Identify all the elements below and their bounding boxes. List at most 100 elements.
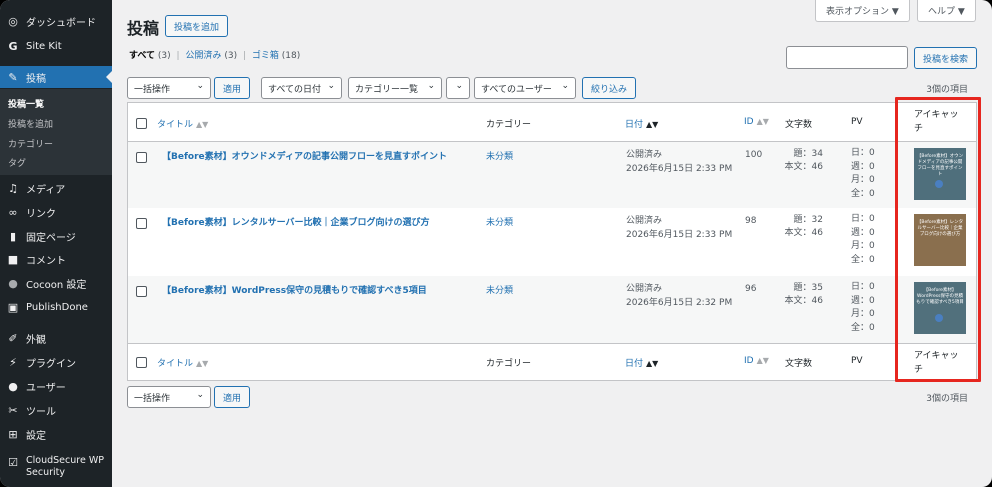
row-checkbox[interactable] [136, 286, 147, 297]
sidebar-item-posts[interactable]: ✎ 投稿 [0, 66, 112, 88]
date-filter-select[interactable]: すべての日付 ⌄ [261, 77, 342, 99]
sidebar-item-label: 固定ページ [26, 232, 76, 244]
filter-published[interactable]: 公開済み [185, 51, 221, 61]
sidebar-item-plugins[interactable]: ⚡ プラグイン [0, 351, 112, 373]
chevron-down-icon: ⌄ [427, 81, 435, 91]
admin-sidebar: ◎ ダッシュボード G Site Kit ✎ 投稿 投稿一覧 投稿を追加 カテゴ… [0, 0, 112, 487]
heading-chars: 題：32 [793, 215, 823, 225]
row-checkbox[interactable] [136, 218, 147, 229]
chevron-down-icon: ⌄ [196, 81, 204, 91]
column-pv-footer: PV [851, 356, 863, 366]
filter-trash[interactable]: ゴミ箱 [252, 51, 279, 61]
search-posts-button[interactable]: 投稿を検索 [914, 47, 978, 69]
image-icon: ▣ [7, 300, 19, 314]
submenu-categories[interactable]: カテゴリー [8, 137, 53, 150]
select-all-checkbox-footer[interactable] [136, 357, 147, 368]
column-date-header[interactable]: 日付 ▲▼ [625, 117, 658, 130]
items-count-top: 3個の項目 [926, 85, 968, 95]
column-chars-header: 文字数 [785, 120, 813, 130]
media-icon: ♫ [8, 181, 18, 195]
bulk-action-value: 一括操作 [134, 84, 171, 95]
submenu-add-post[interactable]: 投稿を追加 [8, 117, 53, 130]
bulk-action-select-bottom[interactable]: 一括操作 ⌄ [127, 386, 211, 408]
column-date-footer[interactable]: 日付 ▲▼ [625, 356, 658, 369]
column-id-label: ID [744, 356, 754, 366]
filter-button[interactable]: 絞り込み [582, 77, 637, 99]
column-id-header[interactable]: ID ▲▼ [744, 117, 769, 127]
post-category-link[interactable]: 未分類 [486, 149, 513, 162]
cocoon-icon: ● [8, 276, 18, 290]
sidebar-item-dashboard[interactable]: ◎ ダッシュボード [0, 10, 112, 32]
sidebar-item-cloudsecure[interactable]: ☑ CloudSecure WP Security [0, 455, 112, 485]
post-char-count: 題：34 本文：46 [783, 148, 823, 174]
apply-button[interactable]: 適用 [214, 77, 251, 99]
sidebar-item-label: ユーザー [26, 382, 66, 394]
column-chars-footer: 文字数 [785, 359, 813, 369]
sidebar-item-comments[interactable]: ■ コメント [0, 248, 112, 270]
sidebar-item-tools[interactable]: ✂ ツール [0, 399, 112, 421]
row-checkbox[interactable] [136, 152, 147, 163]
dashboard-icon: ◎ [8, 14, 18, 28]
help-button[interactable]: ヘルプ ▼ [917, 0, 976, 22]
post-date: 公開済み 2026年6月15日 2:32 PM [626, 282, 732, 310]
pin-icon: ✎ [8, 70, 18, 84]
separator: | [176, 51, 180, 61]
select-all-checkbox[interactable] [136, 118, 147, 129]
filter-published-count: (3) [224, 51, 238, 61]
post-title-link[interactable]: 【Before素材】オウンドメディアの記事公開フローを見直すポイント [162, 149, 447, 162]
post-date: 公開済み 2026年6月15日 2:33 PM [626, 214, 732, 242]
submenu-tags[interactable]: タグ [8, 156, 26, 169]
post-category-link[interactable]: 未分類 [486, 215, 513, 228]
pv-month: 月：0 [851, 309, 875, 319]
column-title-label: タイトル [157, 359, 194, 369]
post-date-value: 2026年6月15日 2:33 PM [626, 164, 733, 174]
settings-icon: ⊞ [8, 427, 18, 441]
bulk-action-select[interactable]: 一括操作 ⌄ [127, 77, 211, 99]
sidebar-item-pages[interactable]: ▮ 固定ページ [0, 225, 112, 247]
pv-all: 全：0 [851, 254, 875, 265]
separator: | [242, 51, 246, 61]
post-search-input[interactable] [786, 46, 908, 69]
sidebar-item-label: 投稿 [26, 73, 46, 85]
filter-all-count: (3) [157, 51, 171, 61]
column-title-header[interactable]: タイトル ▲▼ [157, 117, 208, 130]
sidebar-item-users[interactable]: ● ユーザー [0, 375, 112, 397]
category-filter-select[interactable]: カテゴリー一覧 ⌄ [348, 77, 442, 99]
post-title-link[interactable]: 【Before素材】WordPress保守の見積もりで確認すべき5項目 [162, 283, 427, 296]
filter-all[interactable]: すべて [129, 51, 155, 61]
user-icon: ● [8, 379, 18, 393]
plugin-icon: ⚡ [9, 355, 17, 369]
add-new-post-button[interactable]: 投稿を追加 [165, 15, 229, 37]
sidebar-item-cocoon[interactable]: ● Cocoon 設定 [0, 272, 112, 294]
cloudsecure-label-line2: Security [26, 467, 66, 478]
column-title-footer[interactable]: タイトル ▲▼ [157, 356, 208, 369]
user-filter-select[interactable]: すべてのユーザー ⌄ [474, 77, 576, 99]
body-chars: 本文：46 [784, 228, 823, 238]
post-category-link[interactable]: 未分類 [486, 283, 513, 296]
sidebar-item-appearance[interactable]: ✐ 外観 [0, 327, 112, 349]
sidebar-item-sitekit[interactable]: G Site Kit [0, 35, 112, 57]
comment-icon: ■ [7, 252, 19, 266]
apply-button-bottom[interactable]: 適用 [214, 386, 251, 408]
sidebar-item-publishdone[interactable]: ▣ PublishDone [0, 296, 112, 318]
sidebar-item-settings[interactable]: ⊞ 設定 [0, 423, 112, 445]
extra-filter-select[interactable]: ⌄ [446, 77, 470, 99]
sidebar-item-label: プラグイン [26, 358, 76, 370]
pv-month: 月：0 [851, 241, 875, 251]
pv-month: 月：0 [851, 175, 875, 185]
chevron-down-icon: ⌄ [327, 81, 335, 91]
submenu-all-posts[interactable]: 投稿一覧 [8, 97, 44, 110]
posts-submenu: 投稿一覧 投稿を追加 カテゴリー タグ [0, 89, 112, 175]
column-date-label: 日付 [625, 359, 644, 369]
sidebar-item-label: Site Kit [26, 40, 62, 52]
sidebar-item-links[interactable]: ∞ リンク [0, 201, 112, 223]
link-icon: ∞ [8, 205, 18, 219]
filter-trash-count: (18) [281, 51, 301, 61]
sidebar-item-media[interactable]: ♫ メディア [0, 177, 112, 199]
post-title-link[interactable]: 【Before素材】レンタルサーバー比較｜企業ブログ向けの選び方 [162, 215, 430, 228]
table-row: 【Before素材】レンタルサーバー比較｜企業ブログ向けの選び方 未分類 公開済… [128, 208, 976, 276]
column-pv-header: PV [851, 117, 863, 127]
eyecatch-column-highlight [895, 97, 981, 382]
screen-options-button[interactable]: 表示オプション ▼ [815, 0, 910, 22]
column-id-footer[interactable]: ID ▲▼ [744, 356, 769, 366]
